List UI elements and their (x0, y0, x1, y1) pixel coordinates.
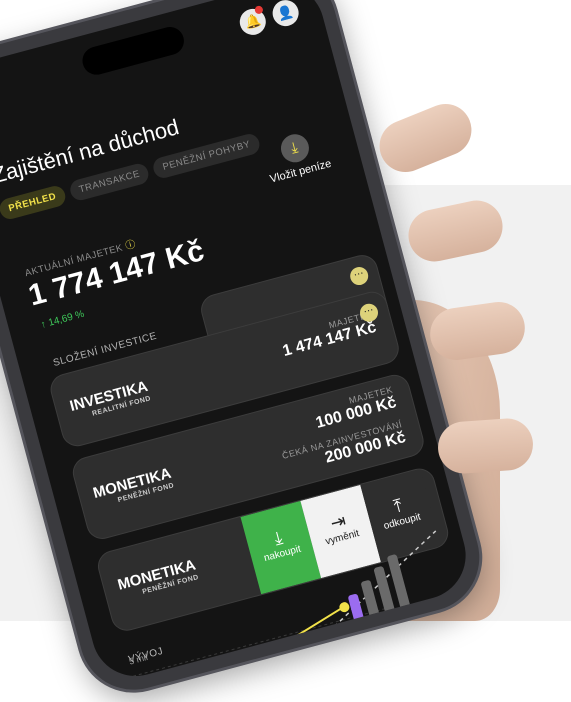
chart-point[interactable] (338, 601, 350, 613)
download-icon: ⤓ (277, 131, 312, 166)
notification-dot (253, 5, 264, 15)
monetika-logo: MONETIKA PENĚŽNÍ FOND (91, 465, 175, 510)
tab-transactions[interactable]: TRANSAKCE (67, 161, 152, 203)
top-icons: 🔔 👤 (236, 0, 302, 38)
deposit-button[interactable]: ⤓ Vložit peníze (260, 127, 333, 186)
deposit-label: Vložit peníze (268, 157, 333, 186)
monetika-pending: ČEKÁ NA ZAINVESTOVÁNÍ 200 000 Kč (281, 419, 408, 478)
more-icon[interactable]: ⋯ (348, 265, 371, 288)
growth-line (253, 606, 343, 664)
tab-overview[interactable]: PŘEHLED (0, 183, 68, 222)
dynamic-island (79, 23, 188, 78)
hand-finger (436, 416, 535, 476)
current-assets-change: ↑ 14,69 % (39, 308, 86, 331)
y-tick-label: 5 mil (128, 652, 149, 667)
chart-bar (348, 594, 367, 634)
user-icon[interactable]: 👤 (269, 0, 302, 30)
bell-icon[interactable]: 🔔 (236, 5, 269, 38)
investika-logo: INVESTIKA REALITNÍ FOND (68, 378, 152, 423)
hand-finger (371, 96, 480, 180)
app-screen: 🔔 👤 ‹ Zajištění na důchod PŘEHLED TRANSA… (0, 0, 476, 686)
